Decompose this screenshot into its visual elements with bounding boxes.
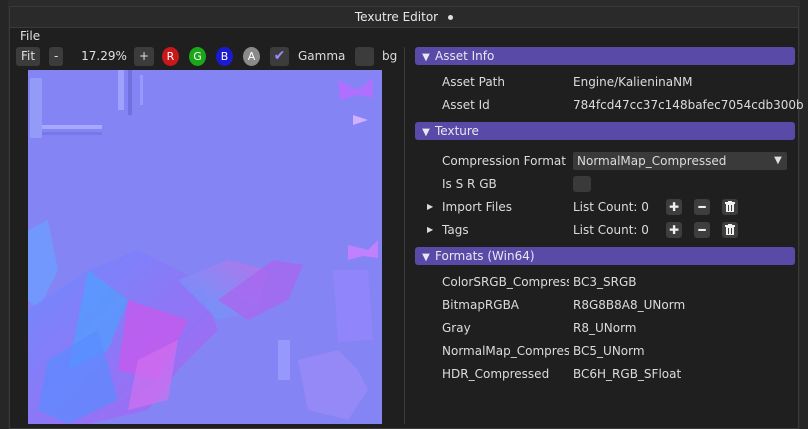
- fit-button[interactable]: Fit: [16, 47, 41, 66]
- format-value: R8G8B8A8_UNorm: [573, 298, 686, 312]
- asset-path-value: Engine/KalieninaNM: [573, 75, 693, 89]
- format-row: NormalMap_Compres BC5_UNorm: [415, 341, 797, 361]
- minus-icon: ━: [698, 223, 706, 237]
- properties-panel: ▼ Asset Info Asset Path Engine/KalieninaN…: [415, 47, 804, 424]
- plus-icon: ✚: [668, 223, 680, 237]
- format-label: BitmapRGBA: [442, 298, 520, 312]
- tags-row[interactable]: ▶ Tags List Count: 0 ✚ ━: [415, 220, 797, 240]
- format-row: BitmapRGBA R8G8B8A8_UNorm: [415, 295, 797, 315]
- is-srgb-row: Is S R GB: [415, 174, 797, 194]
- asset-id-row: Asset Id 784fcd47cc37c148bafec7054cdb300…: [415, 95, 804, 115]
- tags-delete-button[interactable]: [722, 222, 738, 238]
- channel-b-button[interactable]: B: [216, 47, 233, 66]
- format-row: HDR_Compressed BC6H_RGB_SFloat: [415, 364, 797, 384]
- import-files-remove-button[interactable]: ━: [694, 199, 710, 215]
- trash-icon: [725, 201, 735, 212]
- compression-format-row: Compression Format NormalMap_Compressed …: [415, 151, 797, 171]
- checkmark-icon: ✔: [273, 48, 286, 64]
- zoom-out-button[interactable]: -: [49, 47, 64, 66]
- window-title: Texutre Editor: [354, 10, 439, 24]
- import-files-count: List Count: 0: [573, 200, 649, 214]
- format-label: ColorSRGB_Compress: [442, 275, 569, 289]
- is-srgb-label: Is S R GB: [442, 177, 497, 191]
- formats-header[interactable]: ▼ Formats (Win64): [415, 247, 795, 265]
- compression-format-value: NormalMap_Compressed: [577, 154, 727, 168]
- channel-r-button[interactable]: R: [162, 47, 179, 66]
- import-files-add-button[interactable]: ✚: [666, 199, 682, 215]
- asset-path-row: Asset Path Engine/KalieninaNM: [415, 72, 797, 92]
- tags-label: Tags: [442, 223, 469, 237]
- channel-g-button[interactable]: G: [189, 47, 206, 66]
- compression-format-dropdown[interactable]: NormalMap_Compressed ▼: [573, 152, 787, 170]
- plus-icon: ✚: [668, 200, 680, 214]
- asset-id-label: Asset Id: [442, 98, 490, 112]
- panel-splitter[interactable]: [404, 47, 405, 424]
- texture-title: Texture: [435, 124, 479, 138]
- zoom-in-button[interactable]: +: [134, 47, 155, 66]
- menu-file[interactable]: File: [20, 29, 40, 43]
- is-srgb-checkbox[interactable]: [573, 176, 591, 192]
- gamma-label: Gamma: [298, 49, 346, 63]
- asset-path-label: Asset Path: [442, 75, 505, 89]
- format-row: ColorSRGB_Compress BC3_SRGB: [415, 272, 797, 292]
- texture-header[interactable]: ▼ Texture: [415, 122, 795, 140]
- viewer-toolbar: Fit - 17.29% + R G B A ✔ Gamma bg: [16, 47, 398, 67]
- import-files-row[interactable]: ▶ Import Files List Count: 0 ✚ ━: [415, 197, 797, 217]
- title-bar[interactable]: Texutre Editor: [10, 7, 798, 28]
- formats-title: Formats (Win64): [435, 249, 535, 263]
- channel-a-button[interactable]: A: [243, 47, 260, 66]
- format-value: BC5_UNorm: [573, 344, 645, 358]
- import-files-delete-button[interactable]: [722, 199, 738, 215]
- minus-icon: ━: [698, 200, 706, 214]
- expand-arrow-icon[interactable]: ▶: [427, 197, 433, 217]
- asset-id-value: 784fcd47cc37c148bafec7054cdb300b: [573, 98, 804, 112]
- collapse-arrow-icon: ▼: [422, 127, 430, 138]
- tags-remove-button[interactable]: ━: [694, 222, 710, 238]
- normal-map-preview: [28, 70, 382, 424]
- collapse-arrow-icon: ▼: [422, 52, 430, 63]
- asset-info-header[interactable]: ▼ Asset Info: [415, 47, 795, 65]
- bg-checkbox[interactable]: [355, 47, 374, 66]
- trash-icon: [725, 224, 735, 235]
- compression-format-label: Compression Format: [442, 154, 566, 168]
- tags-add-button[interactable]: ✚: [666, 222, 682, 238]
- background-left: [0, 0, 8, 429]
- asset-info-title: Asset Info: [435, 49, 495, 63]
- texture-viewport[interactable]: [28, 70, 382, 424]
- format-value: R8_UNorm: [573, 321, 637, 335]
- format-label: Gray: [442, 321, 471, 335]
- dropdown-arrow-icon: ▼: [774, 155, 782, 166]
- collapse-arrow-icon: ▼: [422, 252, 430, 263]
- gamma-checkbox[interactable]: ✔: [270, 47, 289, 66]
- expand-arrow-icon[interactable]: ▶: [427, 220, 433, 240]
- unsaved-indicator-icon: [448, 15, 454, 20]
- format-row: Gray R8_UNorm: [415, 318, 797, 338]
- format-value: BC6H_RGB_SFloat: [573, 367, 682, 381]
- import-files-label: Import Files: [442, 200, 512, 214]
- menu-bar: File: [10, 28, 798, 46]
- format-label: HDR_Compressed: [442, 367, 550, 381]
- background-right: [800, 0, 808, 429]
- texture-editor-window: Texutre Editor File Fit - 17.29% + R G B…: [9, 6, 804, 429]
- format-value: BC3_SRGB: [573, 275, 637, 289]
- bg-label: bg: [382, 49, 398, 63]
- format-label: NormalMap_Compres: [442, 344, 569, 358]
- tags-count: List Count: 0: [573, 223, 649, 237]
- zoom-value: 17.29%: [81, 49, 127, 63]
